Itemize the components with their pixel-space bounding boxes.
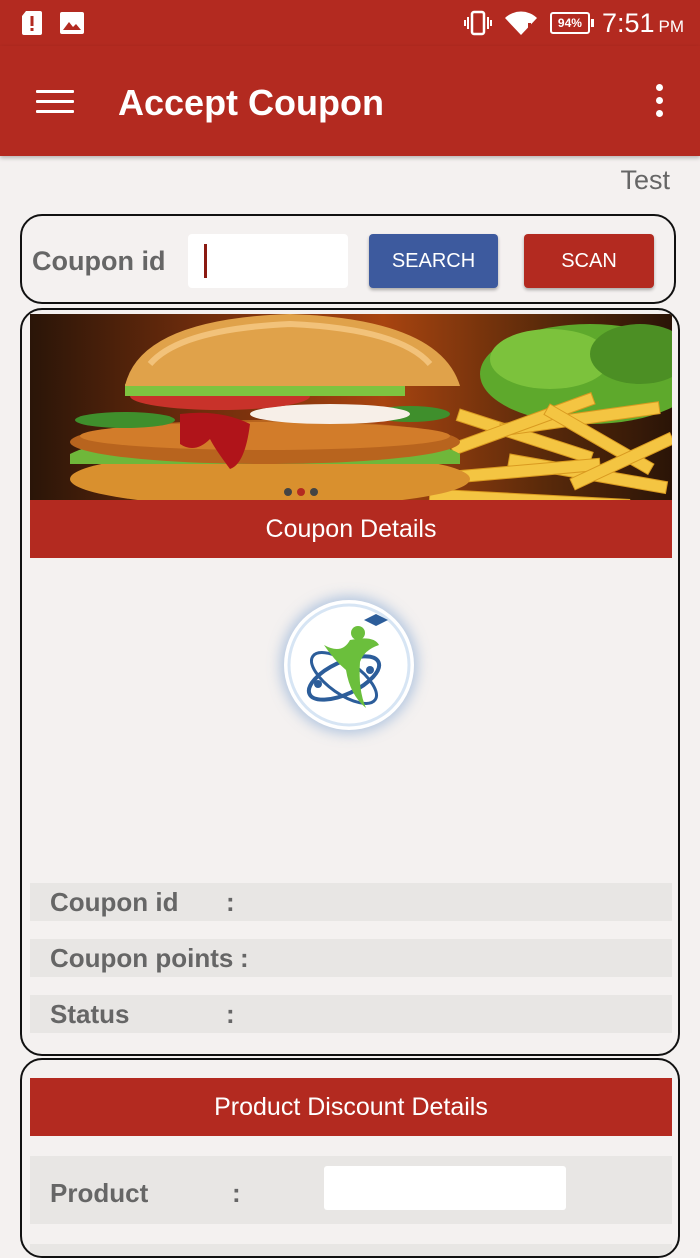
- coupon-search-card: Coupon id SEARCH SCAN: [20, 214, 676, 304]
- carousel-indicator: [284, 488, 318, 496]
- sd-card-alert-icon: [22, 11, 42, 35]
- row-colon: :: [240, 943, 249, 973]
- vibrate-icon: [463, 10, 492, 36]
- product-input[interactable]: [324, 1166, 566, 1210]
- row-label: Status: [50, 999, 130, 1029]
- next-row: [30, 1244, 672, 1256]
- test-label: Test: [620, 165, 670, 195]
- row-label: Coupon points: [50, 943, 234, 973]
- page-title: Accept Coupon: [118, 82, 384, 123]
- coupon-id-label: Coupon id: [32, 246, 166, 276]
- scan-button[interactable]: SCAN: [524, 234, 654, 288]
- clock: 7:51 PM: [601, 7, 684, 38]
- row-colon: :: [226, 999, 235, 1029]
- status-bar: 94% 7:51 PM: [0, 0, 700, 46]
- product-discount-card: Product Discount Details Product :: [20, 1058, 680, 1258]
- status-row: Status :: [30, 995, 672, 1033]
- coupon-id-input[interactable]: [188, 234, 348, 288]
- product-label: Product: [50, 1178, 149, 1208]
- wifi-icon: [504, 11, 537, 35]
- product-row: Product :: [30, 1156, 672, 1224]
- battery-icon: 94%: [549, 12, 594, 34]
- brand-logo: [284, 600, 414, 730]
- hamburger-menu-icon[interactable]: [36, 90, 74, 114]
- coupon-details-card: Coupon Details Coupon id : Coupon points…: [20, 308, 680, 1056]
- row-colon: :: [232, 1178, 241, 1208]
- food-banner-image: [30, 314, 672, 500]
- text-cursor: [204, 244, 207, 278]
- search-button[interactable]: SEARCH: [369, 234, 498, 288]
- coupon-points-row: Coupon points :: [30, 939, 672, 977]
- more-vert-icon[interactable]: [654, 84, 664, 120]
- app-bar: Accept Coupon: [0, 46, 700, 156]
- row-label: Coupon id: [50, 887, 179, 917]
- image-icon: [60, 12, 84, 34]
- coupon-id-row: Coupon id :: [30, 883, 672, 921]
- product-discount-header: Product Discount Details: [30, 1078, 672, 1136]
- coupon-details-header: Coupon Details: [30, 500, 672, 558]
- row-colon: :: [226, 887, 235, 917]
